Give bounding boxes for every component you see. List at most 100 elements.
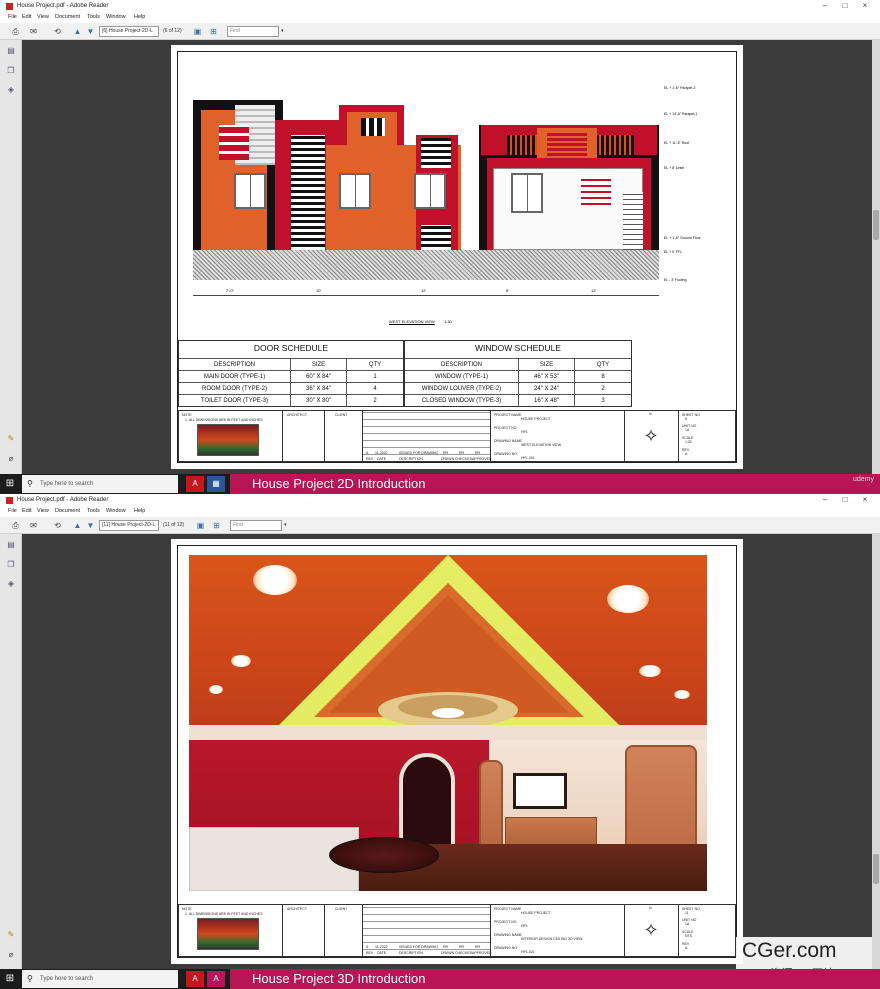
pages-icon[interactable]: ▤: [6, 540, 16, 550]
layers-icon[interactable]: ◈: [6, 85, 16, 95]
attachment-icon[interactable]: ⌀: [6, 950, 16, 960]
find-input[interactable]: Find: [230, 520, 282, 531]
vertical-scrollbar[interactable]: [872, 40, 880, 474]
level-label: EL + 0' FFL: [664, 250, 682, 254]
menu-document[interactable]: Document: [55, 506, 80, 517]
table-row: WINDOW LOUVER (TYPE-2) 24" X 24" 2: [405, 382, 631, 395]
toolbar: ⎙ ✉ ⟲ ▲ ▼ [11] House Project-2D-L (11 of…: [0, 517, 880, 534]
maximize-icon[interactable]: □: [838, 0, 852, 12]
page-number-input[interactable]: [11] House Project-2D-L: [99, 520, 159, 531]
signature-icon[interactable]: ✎: [6, 930, 16, 940]
menu-view[interactable]: View: [37, 506, 49, 517]
document-viewer[interactable]: NOTE 1. ALL DIMENSIONS ARE IN FEET AND I…: [22, 534, 880, 969]
course-banner: House Project 2D Introduction: [230, 474, 880, 494]
level-label: EL + 1'-6" Parapet-2: [664, 86, 696, 90]
page-down-icon[interactable]: ▼: [85, 520, 96, 531]
close-icon[interactable]: ×: [858, 0, 872, 12]
table-row: CLOSED WINDOW (TYPE-3) 16" X 48" 3: [405, 394, 631, 407]
menu-window[interactable]: Window: [106, 12, 126, 23]
adobe-reader-taskbar-icon[interactable]: A: [186, 971, 204, 987]
autodesk-taskbar-icon[interactable]: A: [207, 971, 225, 987]
scroll-thumb[interactable]: [873, 210, 879, 240]
find-dropdown-icon[interactable]: ▾: [281, 26, 284, 37]
fit-page-icon[interactable]: ▣: [195, 520, 206, 531]
find-dropdown-icon[interactable]: ▾: [284, 520, 287, 531]
level-label: EL + 8' Lintel: [664, 166, 685, 170]
minimize-icon[interactable]: –: [818, 0, 832, 12]
north-arrow-icon: ✧: [643, 426, 659, 446]
menu-document[interactable]: Document: [55, 12, 80, 23]
close-icon[interactable]: ×: [858, 494, 872, 506]
reader-window-top: House Project.pdf - Adobe Reader – □ × F…: [0, 0, 880, 494]
course-banner: House Project 3D Introduction: [230, 969, 880, 989]
taskbar-search[interactable]: ⚲ Type here to search: [22, 475, 178, 493]
ceiling-light-icon: [209, 685, 223, 694]
find-input[interactable]: Find: [227, 26, 279, 37]
document-viewer[interactable]: 7'-0" 10' 12' 8' 12' EL + 1'-6" Parapet-…: [22, 40, 880, 474]
share-icon[interactable]: ✉: [28, 26, 39, 37]
collaborate-icon[interactable]: ⟲: [52, 26, 63, 37]
bookmarks-icon[interactable]: ❐: [6, 66, 16, 76]
bookmarks-icon[interactable]: ❐: [6, 560, 16, 570]
title-block: NOTE 1. ALL DIMENSIONS ARE IN FEET AND I…: [178, 410, 736, 462]
thumbnail-image: [197, 918, 259, 950]
ceiling-light-icon: [674, 690, 690, 699]
collaborate-icon[interactable]: ⟲: [52, 520, 63, 531]
ceiling-light-icon: [639, 665, 661, 677]
maximize-icon[interactable]: □: [838, 494, 852, 506]
scroll-thumb[interactable]: [873, 854, 879, 884]
menu-tools[interactable]: Tools: [87, 506, 100, 517]
taskbar-search[interactable]: ⚲ Type here to search: [22, 970, 178, 988]
vertical-scrollbar[interactable]: [872, 534, 880, 969]
taskbar: ⊞ ⚲ Type here to search A ▦ House Projec…: [0, 474, 880, 494]
attachment-icon[interactable]: ⌀: [6, 454, 16, 464]
menu-bar: File Edit View Document Tools Window Hel…: [0, 12, 880, 23]
title-block: NOTE 1. ALL DIMENSIONS ARE IN FEET AND I…: [178, 904, 736, 957]
windows-start-icon[interactable]: ⊞: [4, 973, 16, 985]
menu-window[interactable]: Window: [106, 506, 126, 517]
search-icon: ⚲: [27, 974, 33, 983]
table-row: MAIN DOOR (TYPE-1) 60" X 84" 1: [179, 370, 403, 383]
page-up-icon[interactable]: ▲: [72, 520, 83, 531]
title-bar: House Project.pdf - Adobe Reader – □ ×: [0, 0, 880, 12]
menu-file[interactable]: File: [8, 12, 17, 23]
share-icon[interactable]: ✉: [28, 520, 39, 531]
layers-icon[interactable]: ◈: [6, 579, 16, 589]
page-up-icon[interactable]: ▲: [72, 26, 83, 37]
menu-edit[interactable]: Edit: [22, 506, 31, 517]
adobe-reader-taskbar-icon[interactable]: A: [186, 476, 204, 492]
elevation-title: WEST ELEVATION VIEW: [389, 319, 435, 324]
print-icon[interactable]: ⎙: [10, 520, 21, 531]
pages-icon[interactable]: ▤: [6, 46, 16, 56]
print-icon[interactable]: ⎙: [10, 26, 21, 37]
toolbar: ⎙ ✉ ⟲ ▲ ▼ [6] House Project-2D-L (6 of 1…: [0, 23, 880, 40]
menu-tools[interactable]: Tools: [87, 12, 100, 23]
windows-start-icon[interactable]: ⊞: [4, 478, 16, 490]
door-schedule: DOOR SCHEDULE DESCRIPTION SIZE QTY MAIN …: [178, 340, 404, 407]
window-title: House Project.pdf - Adobe Reader: [17, 497, 109, 503]
table-row: WINDOW (TYPE-1) 46" X 53" 8: [405, 370, 631, 383]
photos-taskbar-icon[interactable]: ▦: [207, 476, 225, 492]
signature-icon[interactable]: ✎: [6, 434, 16, 444]
page-down-icon[interactable]: ▼: [85, 26, 96, 37]
revision-table: A 11-2022 ISSUED FOR DRAWING RR RR RR RE…: [363, 411, 491, 461]
menu-help[interactable]: Help: [134, 506, 145, 517]
menu-edit[interactable]: Edit: [22, 12, 31, 23]
table-header-row: DESCRIPTION SIZE QTY: [405, 358, 631, 371]
udemy-logo: udemy: [852, 476, 874, 483]
menu-file[interactable]: File: [8, 506, 17, 517]
menu-help[interactable]: Help: [134, 12, 145, 23]
page-count: (11 of 12): [163, 522, 185, 528]
interior-ceiling-render: [189, 555, 707, 891]
fit-width-icon[interactable]: ⊞: [211, 520, 222, 531]
level-label: EL + 11'-6" Roof: [664, 141, 690, 145]
fit-page-icon[interactable]: ▣: [192, 26, 203, 37]
minimize-icon[interactable]: –: [818, 494, 832, 506]
taskbar: ⊞ ⚲ Type here to search A A House Projec…: [0, 969, 880, 989]
reader-window-bottom: House Project.pdf - Adobe Reader – □ × F…: [0, 494, 880, 989]
fit-width-icon[interactable]: ⊞: [208, 26, 219, 37]
ceiling-light-icon: [231, 655, 251, 667]
page-number-input[interactable]: [6] House Project-2D-L: [99, 26, 159, 37]
window-title: House Project.pdf - Adobe Reader: [17, 3, 109, 9]
menu-view[interactable]: View: [37, 12, 49, 23]
